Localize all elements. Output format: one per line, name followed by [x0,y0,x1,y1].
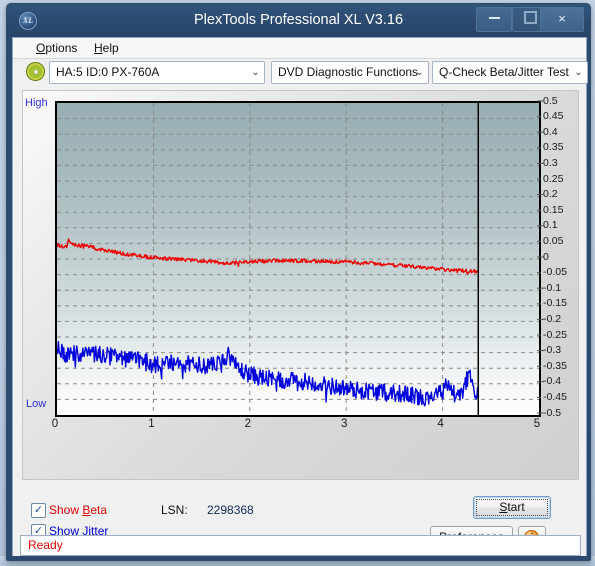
focus-ring [476,499,548,516]
test-select-value: Q-Check Beta/Jitter Test [439,65,569,79]
y-tick-label: -0.45 [543,390,567,403]
client-area: Options Help HA:5 ID:0 PX-760A ⌄ DVD Dia… [12,37,588,556]
menu-item-options[interactable]: Options [30,40,83,56]
minimize-icon [488,17,500,19]
minimize-button[interactable] [476,7,512,32]
y-tick-label: -0.15 [543,297,567,310]
y-tick-label: -0.2 [543,312,562,325]
desktop-background: XL PlexTools Professional XL V3.16 × Opt… [0,0,595,566]
close-button[interactable]: × [540,7,584,32]
menu-bar: Options Help [13,38,586,59]
axis-label-high: High [25,97,48,109]
x-tick-label: 5 [533,418,541,430]
x-tick-label: 3 [340,418,348,430]
disc-hole-icon [32,68,39,75]
application-window: XL PlexTools Professional XL V3.16 × Opt… [6,3,591,561]
x-tick-label: 0 [51,418,59,430]
y-tick-label: 0.35 [543,141,564,154]
y-tick-label: -0.4 [543,375,562,388]
trace-layer [57,103,480,415]
y-tick-label: 0.3 [543,156,558,169]
y-tick-label: 0.45 [543,110,564,123]
y-tick-label: 0.25 [543,172,564,185]
function-select-value: DVD Diagnostic Functions [278,65,419,79]
y-tick-label: 0.5 [543,94,558,107]
x-tick-label: 2 [244,418,251,430]
y-tick-label: -0.5 [543,406,562,419]
maximize-icon [523,11,537,24]
start-button[interactable]: Start [473,496,551,519]
x-tick-label: 1 [148,418,155,430]
y-tick-label: -0.1 [543,281,562,294]
y-tick-label: 0.05 [543,234,564,247]
status-text: Ready [28,538,63,552]
chevron-down-icon[interactable]: ⌄ [570,62,587,83]
chart-panel: High Low 0.5 0.45 0.4 0.35 0.3 0.25 0.2 0.15 0.1… [22,90,579,480]
show-beta-row[interactable]: ✓ Show Beta [31,503,108,518]
menu-item-help[interactable]: Help [88,40,125,56]
x-tick-label: 4 [437,418,444,430]
status-bar: Ready [20,535,581,556]
y-tick-label: -0.05 [543,266,567,279]
show-beta-label: Show Beta [49,503,108,517]
chevron-down-icon[interactable]: ⌄ [411,62,428,83]
menu-options-label: ptions [45,41,78,55]
y-tick-label: -0.35 [543,359,567,372]
show-beta-checkbox[interactable]: ✓ [31,503,46,518]
chevron-down-icon[interactable]: ⌄ [247,62,264,83]
axis-label-low: Low [26,398,47,410]
title-bar[interactable]: XL PlexTools Professional XL V3.16 × [7,4,590,37]
y-tick-label: 0.4 [543,125,558,138]
menu-help-label: elp [102,41,119,55]
lsn-label: LSN: [161,503,188,517]
toolbar: HA:5 ID:0 PX-760A ⌄ DVD Diagnostic Funct… [13,59,588,86]
lsn-value: 2298368 [207,503,254,517]
y-tick-label: -0.3 [543,344,562,357]
disc-icon [26,62,45,81]
y-tick-label: 0.1 [543,219,558,232]
y-tick-label: 0.2 [543,188,558,201]
test-select[interactable]: Q-Check Beta/Jitter Test ⌄ [432,61,588,84]
y-axis-tick-marks [537,100,544,414]
y-tick-label: -0.25 [543,328,567,341]
y-tick-label: 0.15 [543,203,564,216]
controls-panel: ✓ Show Beta ✓ Show Jitter LSN: 2298368 S… [13,482,586,550]
drive-select-value: HA:5 ID:0 PX-760A [56,65,160,79]
plot-area [55,101,541,417]
drive-select[interactable]: HA:5 ID:0 PX-760A ⌄ [49,61,265,84]
function-select[interactable]: DVD Diagnostic Functions ⌄ [271,61,429,84]
